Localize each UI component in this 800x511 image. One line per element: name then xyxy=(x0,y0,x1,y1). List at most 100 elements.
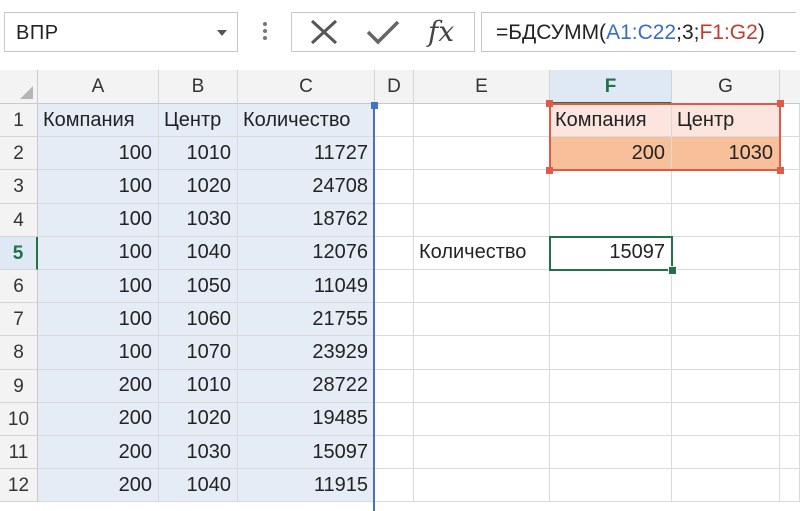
cell-b2[interactable]: 1010 xyxy=(159,137,238,171)
cell-b11[interactable]: 1030 xyxy=(159,436,238,470)
cell-c9[interactable]: 28722 xyxy=(238,369,375,403)
column-header-d[interactable]: D xyxy=(375,70,414,104)
cell-b1[interactable]: Центр xyxy=(159,104,238,138)
cell-f12[interactable] xyxy=(550,469,672,503)
cell-d5[interactable] xyxy=(375,236,414,270)
column-header-c[interactable]: C xyxy=(238,70,375,104)
enter-button[interactable] xyxy=(358,13,408,51)
cell-e8[interactable] xyxy=(414,336,550,370)
cell-f5[interactable]: 15097 xyxy=(550,236,672,270)
cell-g8[interactable] xyxy=(672,336,780,370)
cell-h4[interactable] xyxy=(780,203,800,237)
cell-d2[interactable] xyxy=(375,137,414,171)
cell-h3[interactable] xyxy=(780,170,800,204)
name-box[interactable]: ВПР xyxy=(4,12,238,52)
cell-b10[interactable]: 1020 xyxy=(159,402,238,436)
cell-c5[interactable]: 12076 xyxy=(238,236,375,270)
cell-h12[interactable] xyxy=(780,469,800,503)
cell-g5[interactable] xyxy=(672,236,780,270)
cell-f9[interactable] xyxy=(550,369,672,403)
column-header-f[interactable]: F xyxy=(550,70,672,104)
cell-a6[interactable]: 100 xyxy=(38,270,159,304)
cell-d7[interactable] xyxy=(375,303,414,337)
cell-a9[interactable]: 200 xyxy=(38,369,159,403)
cell-e4[interactable] xyxy=(414,203,550,237)
cell-c2[interactable]: 11727 xyxy=(238,137,375,171)
range-handle-blue[interactable] xyxy=(371,102,378,109)
range-handle-red[interactable] xyxy=(777,100,784,107)
column-header-a[interactable]: A xyxy=(38,70,159,104)
cell-a10[interactable]: 200 xyxy=(38,402,159,436)
cell-f7[interactable] xyxy=(550,303,672,337)
cell-f11[interactable] xyxy=(550,436,672,470)
cell-c12[interactable]: 11915 xyxy=(238,469,375,503)
cell-d6[interactable] xyxy=(375,270,414,304)
row-header-6[interactable]: 6 xyxy=(0,270,38,304)
cell-e7[interactable] xyxy=(414,303,550,337)
cell-e9[interactable] xyxy=(414,369,550,403)
cell-d11[interactable] xyxy=(375,436,414,470)
cell-b4[interactable]: 1030 xyxy=(159,203,238,237)
cell-a7[interactable]: 100 xyxy=(38,303,159,337)
cell-h5[interactable] xyxy=(780,236,800,270)
cell-g7[interactable] xyxy=(672,303,780,337)
cell-g11[interactable] xyxy=(672,436,780,470)
column-header-e[interactable]: E xyxy=(414,70,550,104)
cell-a11[interactable]: 200 xyxy=(38,436,159,470)
range-handle-red[interactable] xyxy=(546,167,553,175)
cell-f1[interactable]: Компания xyxy=(550,104,672,138)
row-header-8[interactable]: 8 xyxy=(0,336,38,370)
cell-f2[interactable]: 200 xyxy=(550,137,672,171)
cell-e12[interactable] xyxy=(414,469,550,503)
cell-h9[interactable] xyxy=(780,369,800,403)
cell-g9[interactable] xyxy=(672,369,780,403)
cell-e5[interactable]: Количество xyxy=(414,236,550,270)
cell-c6[interactable]: 11049 xyxy=(238,270,375,304)
select-all-button[interactable] xyxy=(0,70,38,104)
cell-g4[interactable] xyxy=(672,203,780,237)
cell-e6[interactable] xyxy=(414,270,550,304)
cancel-button[interactable] xyxy=(298,13,348,51)
column-header-b[interactable]: B xyxy=(159,70,238,104)
cell-g2[interactable]: 1030 xyxy=(672,137,780,171)
cell-a2[interactable]: 100 xyxy=(38,137,159,171)
cell-d10[interactable] xyxy=(375,402,414,436)
row-header-5[interactable]: 5 xyxy=(0,236,38,270)
cell-h11[interactable] xyxy=(780,436,800,470)
column-header-partial[interactable] xyxy=(780,70,800,104)
cell-h2[interactable] xyxy=(780,137,800,171)
cell-d12[interactable] xyxy=(375,469,414,503)
cell-f10[interactable] xyxy=(550,402,672,436)
cell-e11[interactable] xyxy=(414,436,550,470)
cell-c3[interactable]: 24708 xyxy=(238,170,375,204)
cell-d9[interactable] xyxy=(375,369,414,403)
cell-a1[interactable]: Компания xyxy=(38,104,159,138)
row-header-9[interactable]: 9 xyxy=(0,369,38,403)
cell-c11[interactable]: 15097 xyxy=(238,436,375,470)
cell-h1[interactable] xyxy=(780,104,800,138)
cell-a12[interactable]: 200 xyxy=(38,469,159,503)
cell-g6[interactable] xyxy=(672,270,780,304)
cell-b5[interactable]: 1040 xyxy=(159,236,238,270)
cell-h8[interactable] xyxy=(780,336,800,370)
cell-g12[interactable] xyxy=(672,469,780,503)
cell-f4[interactable] xyxy=(550,203,672,237)
range-handle-red[interactable] xyxy=(546,100,553,107)
row-header-10[interactable]: 10 xyxy=(0,402,38,436)
cell-d4[interactable] xyxy=(375,203,414,237)
chevron-down-icon[interactable] xyxy=(217,30,227,36)
cell-f6[interactable] xyxy=(550,270,672,304)
insert-function-button[interactable]: fx xyxy=(416,13,466,51)
cell-e3[interactable] xyxy=(414,170,550,204)
row-header-1[interactable]: 1 xyxy=(0,104,38,138)
row-header-3[interactable]: 3 xyxy=(0,170,38,204)
cell-h7[interactable] xyxy=(780,303,800,337)
cell-e10[interactable] xyxy=(414,402,550,436)
cell-h10[interactable] xyxy=(780,402,800,436)
column-header-g[interactable]: G xyxy=(672,70,780,104)
cell-f8[interactable] xyxy=(550,336,672,370)
cell-d3[interactable] xyxy=(375,170,414,204)
cell-h6[interactable] xyxy=(780,270,800,304)
cell-b8[interactable]: 1070 xyxy=(159,336,238,370)
cell-a3[interactable]: 100 xyxy=(38,170,159,204)
